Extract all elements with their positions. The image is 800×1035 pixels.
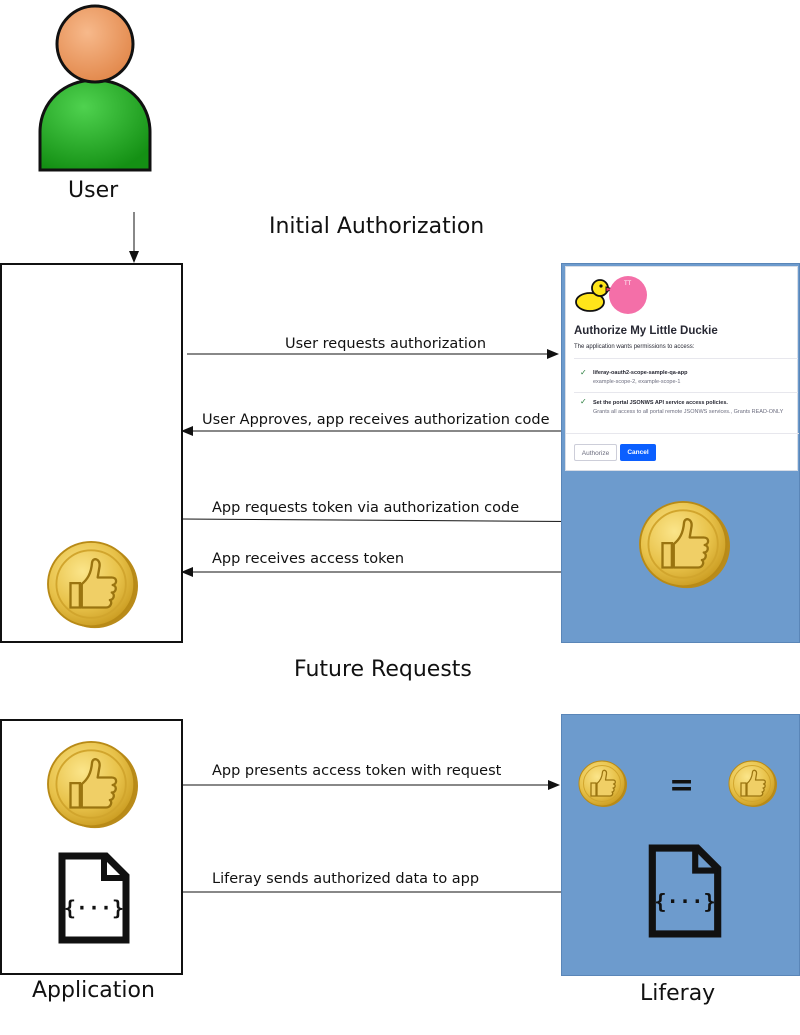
access-token-coin-icon — [46, 740, 140, 830]
liferay-label: Liferay — [640, 981, 716, 1006]
user-label: User — [68, 178, 119, 203]
json-document-icon: {···} — [58, 852, 130, 944]
json-braces: {···} — [654, 889, 715, 913]
initial-authorization-title: Initial Authorization — [269, 214, 485, 239]
access-token-coin-icon — [728, 760, 778, 808]
equals-sign: = — [669, 768, 695, 803]
user-avatar: TT — [609, 276, 647, 314]
avatar-initials: TT — [624, 281, 632, 287]
arrow-label-request-token: App requests token via authorization cod… — [212, 500, 520, 516]
arrow-label-request-authorization: User requests authorization — [285, 336, 487, 352]
future-requests-title: Future Requests — [294, 657, 472, 682]
permission-2-title: Set the portal JSONWS API service access… — [593, 400, 728, 406]
arrow-label-present-token: App presents access token with request — [212, 763, 502, 779]
dialog-subtitle: The application wants permissions to acc… — [574, 344, 695, 350]
arrow-label-receive-auth-code: User Approves, app receives authorizatio… — [202, 412, 550, 428]
access-token-coin-icon — [46, 540, 140, 630]
application-label: Application — [32, 978, 155, 1003]
json-braces: {···} — [64, 896, 124, 920]
access-token-coin-icon — [578, 760, 628, 808]
access-token-coin-icon — [638, 500, 732, 590]
permission-1-detail: example-scope-2, example-scope-1 — [593, 379, 681, 385]
arrow-label-send-data: Liferay sends authorized data to app — [212, 871, 480, 887]
json-document-icon: {···} — [648, 844, 722, 938]
cancel-button[interactable]: Cancel — [620, 444, 656, 461]
duck-logo-icon — [575, 279, 614, 312]
check-icon: ✓ — [580, 368, 587, 377]
dialog-title: Authorize My Little Duckie — [574, 325, 718, 337]
authorize-button[interactable]: Authorize — [574, 444, 617, 461]
permission-2-detail: Grants all access to all portal remote J… — [593, 409, 784, 415]
authorize-dialog: TT Authorize My Little Duckie The applic… — [565, 266, 799, 471]
user-person-icon — [38, 4, 152, 172]
permission-1-title: liferay-oauth2-scope-sample-qa-app — [593, 370, 688, 376]
arrow-label-receive-token: App receives access token — [212, 551, 405, 567]
check-icon: ✓ — [580, 397, 587, 406]
